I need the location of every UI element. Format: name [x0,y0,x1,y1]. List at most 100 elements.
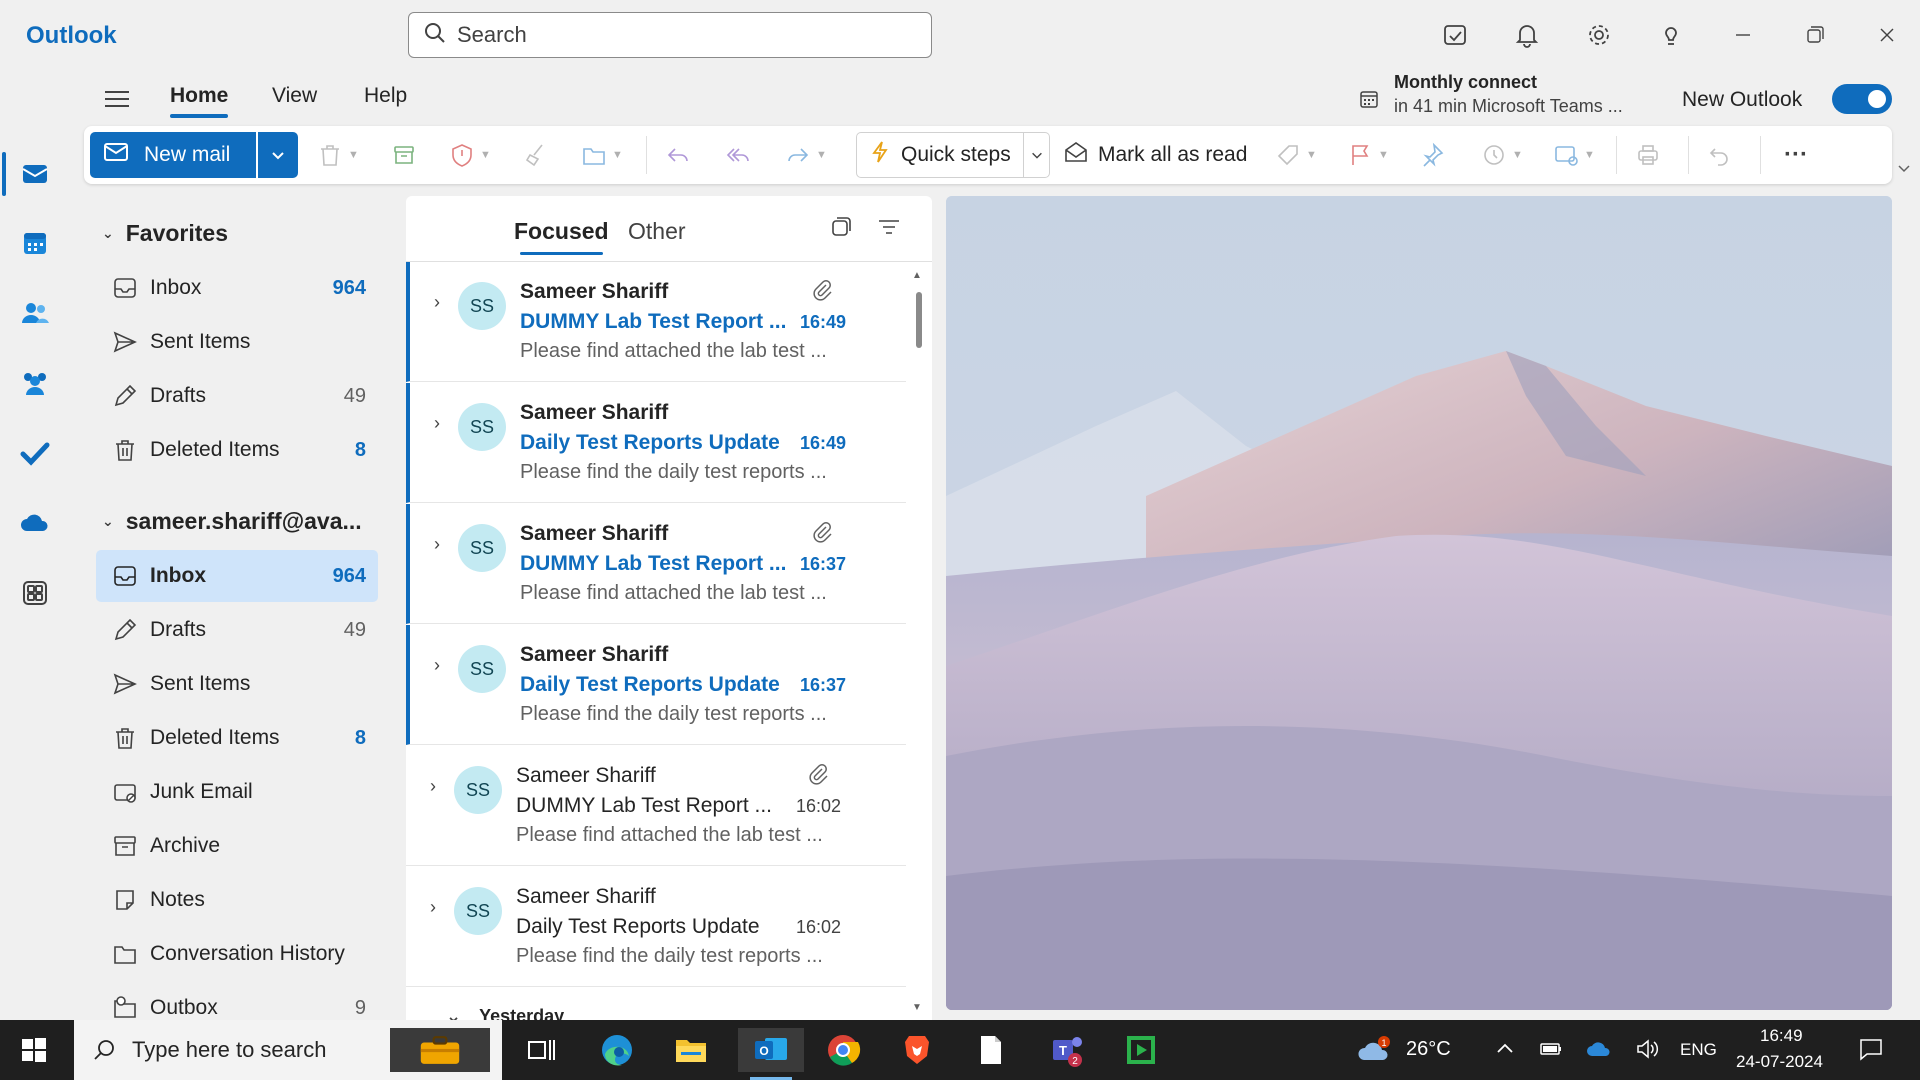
quick-steps-button[interactable]: Quick steps [856,132,1024,178]
windows-start-icon[interactable] [20,1036,48,1064]
new-mail-dropdown[interactable] [258,132,298,178]
account-conversation-history[interactable]: Conversation History [96,928,378,980]
briefcase-icon[interactable] [390,1028,490,1072]
account-junk-email[interactable]: Junk Email [96,766,378,818]
favorites-deleted-items[interactable]: Deleted Items 8 [96,424,378,476]
bell-icon[interactable] [1512,20,1542,50]
weather-cloud-icon[interactable]: 1 [1356,1036,1396,1062]
account-sent-items[interactable]: Sent Items [96,658,378,710]
tab-focused[interactable]: Focused [514,218,609,255]
account-header[interactable]: ⌄ sameer.shariff@ava... [102,508,362,535]
account-drafts[interactable]: Drafts 49 [96,604,378,656]
expand-chevron-icon[interactable]: › [434,292,440,313]
notification-center-icon[interactable] [1858,1036,1884,1062]
groups-icon[interactable] [14,362,56,404]
search-box[interactable] [408,12,932,58]
date-group-header[interactable]: ⌄ Yesterday [446,1006,564,1020]
chevron-up-icon[interactable] [1492,1036,1518,1062]
delete-icon[interactable]: ▼ [316,140,359,170]
tab-help[interactable]: Help [364,84,407,108]
scroll-down-icon[interactable]: ▼ [912,1002,922,1013]
onedrive-icon[interactable] [14,502,56,544]
clock-date[interactable]: 24-07-2024 [1736,1052,1823,1072]
report-shield-icon[interactable]: ▼ [448,140,491,170]
weather-temp[interactable]: 26°C [1406,1038,1451,1061]
favorites-header[interactable]: ⌄ Favorites [102,220,228,247]
clock-time[interactable]: 16:49 [1760,1026,1803,1046]
account-notes[interactable]: Notes [96,874,378,926]
quick-steps-dropdown[interactable] [1024,132,1050,178]
calendar-icon[interactable] [14,222,56,264]
pin-icon[interactable] [1418,140,1446,170]
snooze-clock-icon[interactable]: ▼ [1480,140,1523,170]
expand-chevron-icon[interactable]: › [434,534,440,555]
rules-icon[interactable]: ▼ [1552,140,1595,170]
scroll-up-icon[interactable]: ▲ [912,270,922,281]
message-row[interactable]: › SS Sameer Shariff Daily Test Reports U… [406,383,906,503]
teams-icon[interactable]: T2 [1038,1028,1096,1072]
more-options-icon[interactable]: ··· [1784,140,1808,170]
account-inbox[interactable]: Inbox 964 [96,550,378,602]
favorites-drafts[interactable]: Drafts 49 [96,370,378,422]
language-indicator[interactable]: ENG [1680,1040,1717,1060]
gear-icon[interactable] [1584,20,1614,50]
message-list-scrollbar[interactable]: ▲ ▼ [912,262,926,1020]
meeting-reminder[interactable]: Monthly connect in 41 min Microsoft Team… [1358,72,1623,117]
message-row[interactable]: › SS Sameer Shariff Daily Test Reports U… [406,625,906,745]
print-icon[interactable] [1634,140,1662,170]
forward-icon[interactable]: ▼ [784,140,827,170]
scroll-thumb[interactable] [916,292,922,348]
undo-icon[interactable] [1706,140,1734,170]
minimize-icon[interactable] [1728,20,1758,50]
battery-icon[interactable] [1538,1036,1564,1062]
file-explorer-icon[interactable] [662,1028,720,1072]
search-input[interactable] [457,22,897,48]
chrome-icon[interactable] [814,1028,872,1072]
message-row[interactable]: › SS Sameer Shariff DUMMY Lab Test Repor… [406,262,906,382]
notepad-icon[interactable] [962,1028,1020,1072]
tab-home[interactable]: Home [170,84,229,118]
expand-chevron-icon[interactable]: › [430,776,436,797]
volume-icon[interactable] [1634,1036,1660,1062]
favorites-inbox[interactable]: Inbox 964 [96,262,378,314]
new-mail-button[interactable]: New mail [90,132,256,178]
brave-icon[interactable] [888,1028,946,1072]
select-mode-icon[interactable] [828,214,858,244]
restore-icon[interactable] [1800,20,1830,50]
archive-ribbon-icon[interactable] [390,140,418,170]
account-deleted-items[interactable]: Deleted Items 8 [96,712,378,764]
new-outlook-toggle[interactable] [1832,84,1892,114]
mail-icon[interactable] [14,152,56,194]
todo-icon[interactable] [14,432,56,474]
reply-icon[interactable] [664,140,692,170]
people-icon[interactable] [14,292,56,334]
account-archive[interactable]: Archive [96,820,378,872]
expand-chevron-icon[interactable]: › [434,413,440,434]
expand-chevron-icon[interactable]: › [430,897,436,918]
more-apps-icon[interactable] [14,572,56,614]
hamburger-icon[interactable] [102,84,132,114]
sweep-icon[interactable] [522,140,550,170]
onedrive-tray-icon[interactable] [1586,1036,1612,1062]
reply-all-icon[interactable] [724,140,752,170]
tab-other[interactable]: Other [628,218,686,245]
media-player-icon[interactable] [1112,1028,1170,1072]
favorites-sent-items[interactable]: Sent Items [96,316,378,368]
account-outbox[interactable]: Outbox 9 [96,982,378,1020]
tag-icon[interactable]: ▼ [1274,140,1317,170]
flag-icon[interactable]: ▼ [1346,140,1389,170]
calendar-check-icon[interactable] [1440,20,1470,50]
mark-all-read-button[interactable]: Mark all as read [1062,132,1247,178]
message-row[interactable]: › SS Sameer Shariff DUMMY Lab Test Repor… [406,746,906,866]
outlook-taskbar-icon[interactable]: O [738,1028,804,1080]
lightbulb-icon[interactable] [1656,20,1686,50]
move-to-icon[interactable]: ▼ [580,140,623,170]
filter-icon[interactable] [876,214,906,244]
task-view-icon[interactable] [512,1028,570,1072]
close-icon[interactable] [1872,20,1902,50]
expand-chevron-icon[interactable]: › [434,655,440,676]
ribbon-expand-chevron-icon[interactable] [1896,160,1912,181]
message-row[interactable]: › SS Sameer Shariff Daily Test Reports U… [406,867,906,987]
message-row[interactable]: › SS Sameer Shariff DUMMY Lab Test Repor… [406,504,906,624]
edge-browser-icon[interactable] [588,1028,646,1072]
